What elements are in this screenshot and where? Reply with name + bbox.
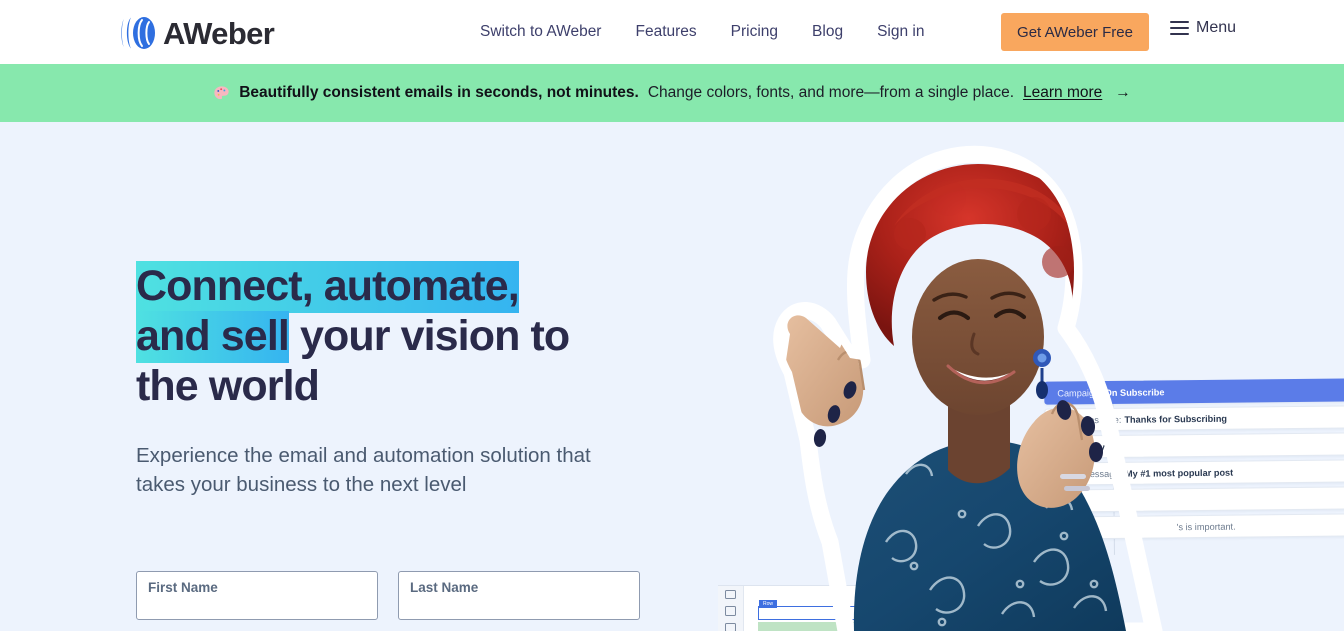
banner-headline: Beautifully consistent emails in seconds… (239, 84, 639, 101)
banner-subtext: Change colors, fonts, and more—from a si… (647, 84, 1015, 101)
hero-photo (734, 122, 1194, 631)
nav-link-blog[interactable]: Blog (795, 0, 860, 64)
hero-subheading: Experience the email and automation solu… (136, 443, 591, 497)
hero-section: Connect, automate, and sell your vision … (0, 122, 1344, 631)
last-name-field[interactable]: Last Name (398, 571, 640, 620)
first-name-field[interactable]: First Name (136, 571, 378, 620)
hamburger-icon (1170, 21, 1189, 35)
headline-line-1: Connect, automate, (136, 261, 666, 313)
nav-link-switch-to-aweber[interactable]: Switch to AWeber (480, 0, 618, 64)
headline-line-2-rest: your vision to (288, 311, 570, 360)
hero-copy: Connect, automate, and sell your vision … (136, 261, 666, 500)
aweber-waves-logo-icon (118, 16, 162, 50)
page-root: AWeber Switch to AWeber Features Pricing… (0, 0, 1344, 631)
banner-learn-more-link[interactable]: Learn more (1023, 84, 1102, 102)
headline-line-3: the world (136, 361, 320, 410)
palette-icon (213, 85, 230, 102)
nav-link-pricing[interactable]: Pricing (714, 0, 795, 64)
nav-link-features[interactable]: Features (618, 0, 713, 64)
logo-wordmark: AWeber (163, 15, 275, 51)
last-name-input[interactable] (399, 594, 639, 620)
page-title: Connect, automate, and sell your vision … (136, 261, 666, 412)
menu-button[interactable]: Menu (1170, 19, 1236, 37)
headline-line-2: and sell your vision to (136, 310, 666, 363)
promo-banner-content: Beautifully consistent emails in seconds… (213, 84, 1131, 102)
site-header: AWeber Switch to AWeber Features Pricing… (0, 0, 1344, 64)
headline-highlight-2: and sell (136, 310, 290, 363)
main-nav: Switch to AWeber Features Pricing Blog S… (480, 0, 941, 64)
signup-form: First Name Last Name (136, 571, 640, 620)
promo-banner: Beautifully consistent emails in seconds… (0, 64, 1344, 122)
hero-illustration: Campaign:On Subscribe Send Message:Thank… (700, 122, 1344, 631)
headline-highlight-1: Connect, automate, (136, 261, 520, 313)
first-name-label: First Name (148, 580, 218, 595)
arrow-right-icon: → (1115, 84, 1131, 101)
logo[interactable]: AWeber (118, 15, 275, 51)
last-name-label: Last Name (410, 580, 479, 595)
nav-link-sign-in[interactable]: Sign in (860, 0, 941, 64)
get-aweber-free-button[interactable]: Get AWeber Free (1001, 13, 1149, 51)
first-name-input[interactable] (137, 594, 377, 620)
menu-button-label: Menu (1196, 19, 1237, 36)
